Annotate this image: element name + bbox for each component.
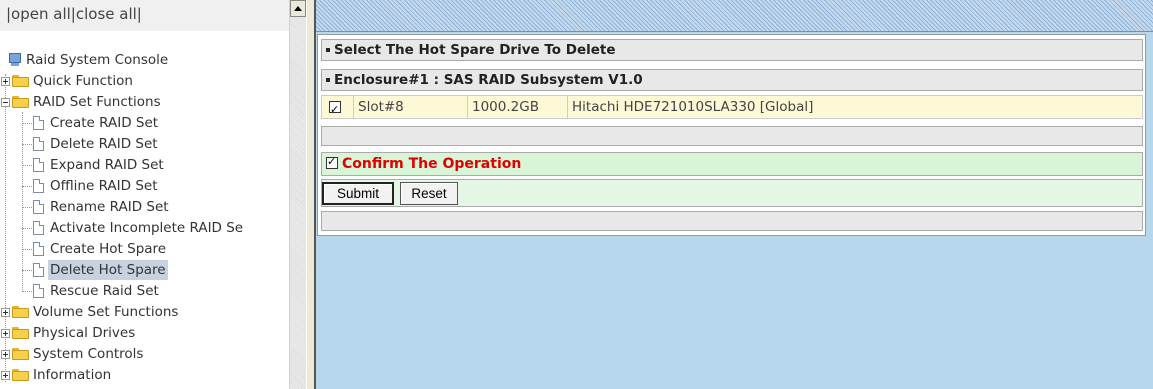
tree-item-label: Create RAID Set — [50, 115, 159, 131]
tree-scrollbar[interactable] — [289, 0, 306, 389]
folder-open-icon — [12, 96, 29, 108]
tree-item-label: Offline RAID Set — [50, 178, 158, 194]
confirm-checkbox[interactable] — [326, 155, 338, 169]
close-all-link[interactable]: |close all| — [71, 5, 142, 23]
tree-item-delete-raid-set[interactable]: Delete RAID Set — [0, 134, 280, 154]
folder-icon — [12, 306, 29, 318]
tree-item-label: RAID Set Functions — [33, 94, 161, 110]
delete-hot-spare-form: Select The Hot Spare Drive To Delete Enc… — [317, 34, 1146, 236]
open-all-link[interactable]: |open all — [6, 5, 71, 23]
tree-root-label: Raid System Console — [26, 52, 169, 68]
scroll-up-button[interactable] — [290, 0, 306, 17]
reset-button[interactable]: Reset — [400, 182, 458, 205]
tree-item-create-raid-set[interactable]: Create RAID Set — [0, 113, 280, 133]
tree-item-label: Volume Set Functions — [33, 304, 179, 320]
content-pane: Select The Hot Spare Drive To Delete Enc… — [316, 0, 1153, 389]
enclosure-header: Enclosure#1 : SAS RAID Subsystem V1.0 — [321, 69, 1143, 91]
submit-button[interactable]: Submit — [322, 182, 394, 205]
tree-item-label: Delete RAID Set — [50, 136, 158, 152]
expand-icon[interactable] — [1, 350, 10, 359]
tree-item-label: System Controls — [33, 346, 144, 362]
folder-icon — [12, 327, 29, 339]
expand-icon[interactable] — [1, 308, 10, 317]
tree-item-label: Expand RAID Set — [50, 157, 164, 173]
drive-row: Slot#8 1000.2GB Hitachi HDE721010SLA330 … — [321, 95, 1143, 121]
tree-item-create-hot-spare[interactable]: Create Hot Spare — [0, 239, 280, 259]
tree-item-label: Rename RAID Set — [50, 199, 169, 215]
form-title: Select The Hot Spare Drive To Delete — [321, 39, 1143, 61]
drive-size: 1000.2GB — [468, 96, 568, 118]
tree-item-label: Quick Function — [33, 73, 133, 89]
tree-item-label: Rescue Raid Set — [50, 283, 159, 299]
computer-icon — [8, 53, 22, 67]
folder-icon — [12, 348, 29, 360]
page-icon — [33, 221, 44, 235]
tree-item-offline-raid-set[interactable]: Offline RAID Set — [0, 176, 280, 196]
tree-toolbar: |open all|close all| — [0, 0, 289, 31]
confirm-label: Confirm The Operation — [342, 156, 522, 172]
folder-icon — [12, 369, 29, 381]
tree-item-rename-raid-set[interactable]: Rename RAID Set — [0, 197, 280, 217]
tree-item-delete-hot-spare[interactable]: Delete Hot Spare — [0, 260, 280, 280]
spacer-bar — [321, 126, 1143, 146]
page-icon — [33, 263, 44, 277]
tree-links: |open all|close all| — [6, 5, 142, 23]
tree-item-raid-set-functions[interactable]: RAID Set Functions — [0, 92, 280, 112]
expand-icon[interactable] — [1, 371, 10, 380]
tree-item-physical-drives[interactable]: Physical Drives — [0, 323, 280, 343]
frame-splitter[interactable] — [306, 0, 316, 389]
tree-item-label: Activate Incomplete RAID Se — [50, 220, 244, 236]
page-icon — [33, 137, 44, 151]
page-icon — [33, 242, 44, 256]
tree-item-system-controls[interactable]: System Controls — [0, 344, 280, 364]
page-icon — [33, 158, 44, 172]
navigation-tree-pane: |open all|close all| Raid System Console… — [0, 0, 289, 389]
page-icon — [33, 179, 44, 193]
drive-checkbox[interactable] — [329, 99, 341, 121]
button-row: Submit Reset — [321, 179, 1143, 207]
page-icon — [33, 116, 44, 130]
confirm-row: Confirm The Operation — [321, 152, 1143, 176]
expand-icon[interactable] — [1, 77, 10, 86]
tree-item-volume-set-functions[interactable]: Volume Set Functions — [0, 302, 280, 322]
page-icon — [33, 284, 44, 298]
tree-item-label: Physical Drives — [33, 325, 136, 341]
tree-item-label: Create Hot Spare — [50, 241, 167, 257]
collapse-icon[interactable] — [1, 98, 10, 107]
tree-item-rescue-raid-set[interactable]: Rescue Raid Set — [0, 281, 280, 301]
tree-item-label: Delete Hot Spare — [48, 260, 168, 280]
folder-icon — [12, 75, 29, 87]
footer-bar — [321, 211, 1143, 231]
tree-item-activate-incomplete-raid-set[interactable]: Activate Incomplete RAID Se — [0, 218, 289, 238]
tree-item-quick-function[interactable]: Quick Function — [0, 71, 280, 91]
tree-item-label: Information — [33, 367, 112, 383]
expand-icon[interactable] — [1, 329, 10, 338]
page-icon — [33, 200, 44, 214]
tree-item-information[interactable]: Information — [0, 365, 280, 385]
drive-select-cell — [322, 96, 354, 121]
drive-slot: Slot#8 — [354, 96, 468, 118]
content-header-strip — [316, 0, 1153, 32]
drive-model: Hitachi HDE721010SLA330 [Global] — [572, 99, 814, 115]
tree-item-expand-raid-set[interactable]: Expand RAID Set — [0, 155, 280, 175]
